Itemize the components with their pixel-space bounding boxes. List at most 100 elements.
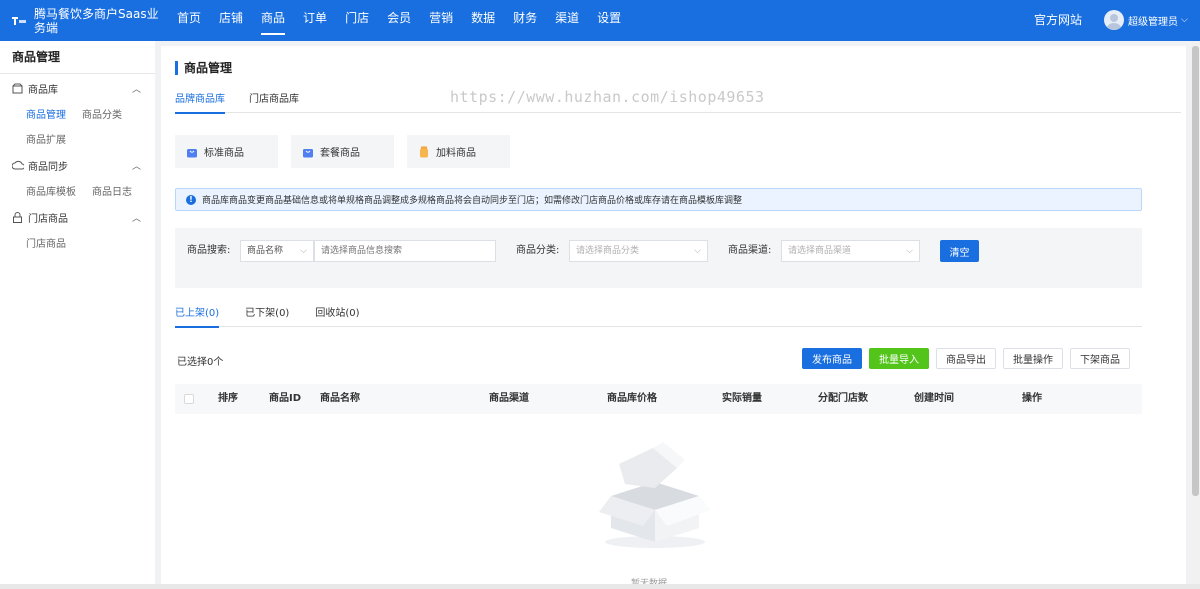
chevron-down-icon: ⌵ — [694, 246, 701, 256]
info-icon: ! — [186, 194, 196, 205]
table-header: 排序 商品ID 商品名称 商品渠道 商品库价格 实际销量 分配门店数 创建时间 … — [175, 384, 1142, 414]
chevron-up-icon: ︿ — [131, 161, 141, 172]
publish-product-button[interactable]: 发布商品 — [802, 348, 862, 369]
offshelf-product-button[interactable]: 下架商品 — [1070, 348, 1130, 369]
category-label: 商品分类: — [516, 245, 560, 256]
sidebar-item-product-manage[interactable]: 商品管理 — [26, 106, 66, 121]
tab-on-shelf[interactable]: 已上架(0) — [175, 305, 220, 328]
column-actual-sales[interactable]: 实际销量 — [722, 384, 762, 414]
chevron-down-icon: ⌵ — [300, 246, 307, 256]
tab-brand-library[interactable]: 品牌商品库 — [175, 90, 225, 114]
channel-placeholder: 请选择商品渠道 — [788, 246, 852, 256]
search-input[interactable] — [314, 240, 496, 262]
category-select[interactable]: 请选择商品分类 ⌵ — [569, 240, 708, 262]
nav-store[interactable]: 门店 — [345, 0, 369, 41]
page-title: 商品管理 — [175, 61, 232, 75]
nav-home[interactable]: 首页 — [177, 0, 201, 41]
lock-icon — [12, 211, 24, 223]
sidebar-subrow: 商品库模板 商品日志 — [0, 178, 155, 203]
chevron-up-icon: ︿ — [131, 213, 141, 224]
nav-member[interactable]: 会员 — [387, 0, 411, 41]
column-product-id[interactable]: 商品ID — [269, 384, 301, 414]
user-menu[interactable]: 超级管理员 ⌵ — [1104, 10, 1188, 30]
sidebar-group-label: 门店商品 — [28, 213, 68, 225]
brand-logo-icon — [12, 16, 26, 26]
vertical-scrollbar[interactable] — [1191, 41, 1200, 589]
search-type-value: 商品名称 — [247, 246, 284, 256]
sidebar-group-label: 商品库 — [28, 84, 58, 96]
sidebar: 商品管理 商品库 ︿ 商品管理 商品分类 商品扩展 商品同步 ︿ 商品库模板 商… — [0, 41, 155, 589]
column-product-name[interactable]: 商品名称 — [320, 384, 360, 414]
tab-store-library[interactable]: 门店商品库 — [249, 90, 299, 113]
empty-box-illustration — [595, 438, 715, 558]
column-operation: 操作 — [1022, 393, 1042, 404]
sidebar-group-label: 商品同步 — [28, 161, 68, 173]
type-card-combo[interactable]: 套餐商品 — [291, 135, 394, 168]
nav-shop[interactable]: 店铺 — [219, 0, 243, 41]
clear-button[interactable]: 清空 — [940, 240, 979, 262]
user-name: 超级管理员 — [1128, 16, 1178, 28]
search-type-select[interactable]: 商品名称 ⌵ — [240, 240, 314, 262]
column-product-channel[interactable]: 商品渠道 — [489, 384, 529, 414]
horizontal-scrollbar[interactable] — [0, 584, 1200, 589]
selected-count: 已选择0个 — [177, 357, 224, 368]
sidebar-item-store-product[interactable]: 门店商品 — [26, 235, 66, 250]
batch-operation-button[interactable]: 批量操作 — [1003, 348, 1063, 369]
shopping-bag-icon — [186, 146, 198, 158]
notice-text: 商品库商品变更商品基础信息或将单规格商品调整成多规格商品将会自动同步至门店；如需… — [202, 196, 743, 206]
brand[interactable]: 腾马餐饮多商户Saas业务端 — [0, 0, 160, 41]
box-icon — [12, 82, 24, 94]
chevron-up-icon: ︿ — [131, 84, 141, 95]
nav-data[interactable]: 数据 — [471, 0, 495, 41]
brand-name: 腾马餐饮多商户Saas业务端 — [34, 6, 159, 35]
nav-order[interactable]: 订单 — [303, 0, 327, 41]
sidebar-group-product-sync[interactable]: 商品同步 ︿ — [0, 152, 155, 178]
action-toolbar: 发布商品 批量导入 商品导出 批量操作 下架商品 — [795, 348, 1130, 369]
column-created-time[interactable]: 创建时间 — [914, 384, 954, 414]
main-panel: 商品管理 品牌商品库 门店商品库 https://www.huzhan.com/… — [161, 46, 1186, 589]
cloud-sync-icon — [12, 159, 24, 171]
main-nav: 首页 店铺 商品 订单 门店 会员 营销 数据 财务 渠道 设置 — [168, 0, 630, 41]
sidebar-subrow: 商品扩展 — [0, 126, 155, 151]
sidebar-group-product-lib[interactable]: 商品库 ︿ — [0, 75, 155, 101]
avatar — [1104, 10, 1124, 30]
sidebar-title: 商品管理 — [0, 41, 155, 74]
tab-off-shelf[interactable]: 已下架(0) — [245, 305, 289, 327]
shopping-bag-icon — [302, 146, 314, 158]
chevron-down-icon: ⌵ — [1181, 15, 1188, 25]
nav-settings[interactable]: 设置 — [597, 0, 621, 41]
chevron-down-icon: ⌵ — [906, 246, 913, 256]
nav-product[interactable]: 商品 — [261, 0, 286, 41]
scrollbar-thumb[interactable] — [1192, 46, 1199, 496]
filter-panel: 商品搜索: 商品名称 ⌵ 商品分类: 请选择商品分类 ⌵ 商品渠道: 请选择商品… — [175, 228, 1142, 288]
official-site-link[interactable]: 官方网站 — [1034, 0, 1082, 41]
type-card-addon[interactable]: 加料商品 — [407, 135, 510, 168]
product-type-cards: 标准商品 套餐商品 加料商品 — [175, 135, 523, 168]
status-tabs: 已上架(0) 已下架(0) 回收站(0) — [175, 305, 1142, 328]
sidebar-subrow: 门店商品 — [0, 230, 155, 255]
column-library-price[interactable]: 商品库价格 — [607, 384, 657, 414]
sidebar-subrow: 商品管理 商品分类 — [0, 101, 155, 126]
sidebar-item-product-template[interactable]: 商品库模板 — [26, 183, 76, 198]
jar-icon — [418, 146, 430, 158]
sidebar-item-product-category[interactable]: 商品分类 — [82, 106, 122, 121]
type-card-label: 套餐商品 — [320, 148, 360, 159]
column-store-count[interactable]: 分配门店数 — [818, 384, 868, 414]
search-label: 商品搜索: — [187, 245, 231, 256]
export-product-button[interactable]: 商品导出 — [936, 348, 996, 369]
sidebar-item-product-log[interactable]: 商品日志 — [92, 183, 132, 198]
batch-import-button[interactable]: 批量导入 — [869, 348, 929, 369]
nav-finance[interactable]: 财务 — [513, 0, 537, 41]
sidebar-group-store-product[interactable]: 门店商品 ︿ — [0, 204, 155, 230]
select-all-checkbox[interactable] — [184, 394, 194, 404]
category-placeholder: 请选择商品分类 — [576, 246, 640, 256]
sidebar-item-product-extension[interactable]: 商品扩展 — [26, 131, 66, 146]
nav-channel[interactable]: 渠道 — [555, 0, 579, 41]
column-sort[interactable]: 排序 — [218, 384, 238, 414]
watermark: https://www.huzhan.com/ishop49653 — [450, 88, 765, 106]
tab-recycle-bin[interactable]: 回收站(0) — [315, 305, 359, 327]
type-card-label: 标准商品 — [204, 148, 244, 159]
type-card-standard[interactable]: 标准商品 — [175, 135, 278, 168]
nav-marketing[interactable]: 营销 — [429, 0, 453, 41]
channel-select[interactable]: 请选择商品渠道 ⌵ — [781, 240, 920, 262]
